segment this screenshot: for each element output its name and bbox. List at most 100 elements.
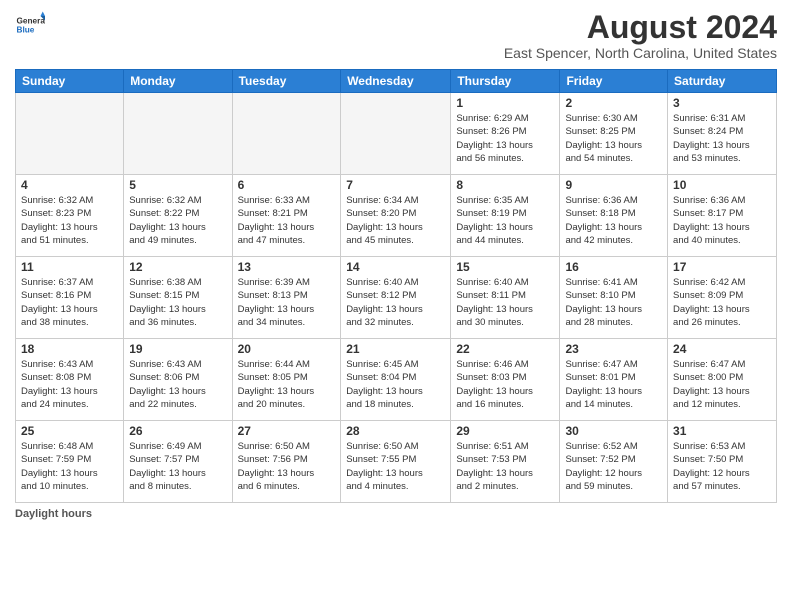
- day-info: Sunrise: 6:53 AM Sunset: 7:50 PM Dayligh…: [673, 440, 771, 493]
- calendar-day-cell: 17Sunrise: 6:42 AM Sunset: 8:09 PM Dayli…: [668, 257, 777, 339]
- calendar-week-row: 18 Sunrise: 6:43 AM Sunset: 8:08 PM Dayli…: [16, 339, 777, 421]
- calendar-week-row: 11Sunrise: 6:37 AM Sunset: 8:16 PM Dayli…: [16, 257, 777, 339]
- day-info: Sunrise: 6:33 AM Sunset: 8:21 PM Dayligh…: [238, 194, 336, 247]
- calendar-day-cell: 15 Sunrise: 6:40 AM Sunset: 8:11 PM Dayli…: [451, 257, 560, 339]
- day-info: Sunrise: 6:43 AM Sunset: 8:08 PM Dayligh…: [21, 358, 118, 411]
- day-number: 26: [129, 424, 226, 438]
- calendar-day-cell: 25Sunrise: 6:48 AM Sunset: 7:59 PM Dayli…: [16, 421, 124, 503]
- calendar-day-cell: [16, 93, 124, 175]
- day-info: Sunrise: 6:44 AM Sunset: 8:05 PM Dayligh…: [238, 358, 336, 411]
- day-info: Sunrise: 6:50 AM Sunset: 7:55 PM Dayligh…: [346, 440, 445, 493]
- calendar-day-cell: 3 Sunrise: 6:31 AM Sunset: 8:24 PM Daylig…: [668, 93, 777, 175]
- day-number: 2: [565, 96, 662, 110]
- calendar-day-cell: [232, 93, 341, 175]
- weekday-header-wednesday: Wednesday: [341, 70, 451, 93]
- day-info: Sunrise: 6:50 AM Sunset: 7:56 PM Dayligh…: [238, 440, 336, 493]
- day-info: Sunrise: 6:40 AM Sunset: 8:12 PM Dayligh…: [346, 276, 445, 329]
- calendar-day-cell: [124, 93, 232, 175]
- calendar-day-cell: 16 Sunrise: 6:41 AM Sunset: 8:10 PM Dayli…: [560, 257, 668, 339]
- day-info: Sunrise: 6:47 AM Sunset: 8:01 PM Dayligh…: [565, 358, 662, 411]
- day-info: Sunrise: 6:51 AM Sunset: 7:53 PM Dayligh…: [456, 440, 554, 493]
- calendar-day-cell: 8Sunrise: 6:35 AM Sunset: 8:19 PM Daylig…: [451, 175, 560, 257]
- day-number: 17: [673, 260, 771, 274]
- day-info: Sunrise: 6:49 AM Sunset: 7:57 PM Dayligh…: [129, 440, 226, 493]
- day-number: 1: [456, 96, 554, 110]
- calendar-day-cell: 23Sunrise: 6:47 AM Sunset: 8:01 PM Dayli…: [560, 339, 668, 421]
- day-info: Sunrise: 6:36 AM Sunset: 8:18 PM Dayligh…: [565, 194, 662, 247]
- calendar-day-cell: 7 Sunrise: 6:34 AM Sunset: 8:20 PM Daylig…: [341, 175, 451, 257]
- month-title: August 2024: [504, 10, 777, 45]
- day-info: Sunrise: 6:35 AM Sunset: 8:19 PM Dayligh…: [456, 194, 554, 247]
- day-info: Sunrise: 6:32 AM Sunset: 8:23 PM Dayligh…: [21, 194, 118, 247]
- calendar-day-cell: 24Sunrise: 6:47 AM Sunset: 8:00 PM Dayli…: [668, 339, 777, 421]
- day-number: 3: [673, 96, 771, 110]
- day-number: 12: [129, 260, 226, 274]
- day-number: 4: [21, 178, 118, 192]
- day-number: 22: [456, 342, 554, 356]
- day-info: Sunrise: 6:36 AM Sunset: 8:17 PM Dayligh…: [673, 194, 771, 247]
- calendar-week-row: 1Sunrise: 6:29 AM Sunset: 8:26 PM Daylig…: [16, 93, 777, 175]
- day-number: 18: [21, 342, 118, 356]
- calendar-day-cell: 19Sunrise: 6:43 AM Sunset: 8:06 PM Dayli…: [124, 339, 232, 421]
- day-number: 21: [346, 342, 445, 356]
- day-info: Sunrise: 6:43 AM Sunset: 8:06 PM Dayligh…: [129, 358, 226, 411]
- calendar-day-cell: 2 Sunrise: 6:30 AM Sunset: 8:25 PM Daylig…: [560, 93, 668, 175]
- logo: General Blue: [15, 10, 45, 40]
- day-info: Sunrise: 6:39 AM Sunset: 8:13 PM Dayligh…: [238, 276, 336, 329]
- footer: Daylight hours: [15, 508, 777, 520]
- day-info: Sunrise: 6:34 AM Sunset: 8:20 PM Dayligh…: [346, 194, 445, 247]
- day-info: Sunrise: 6:38 AM Sunset: 8:15 PM Dayligh…: [129, 276, 226, 329]
- day-number: 29: [456, 424, 554, 438]
- day-number: 6: [238, 178, 336, 192]
- footer-label: Daylight hours: [15, 508, 92, 520]
- day-info: Sunrise: 6:45 AM Sunset: 8:04 PM Dayligh…: [346, 358, 445, 411]
- location-subtitle: East Spencer, North Carolina, United Sta…: [504, 45, 777, 61]
- calendar-day-cell: 5 Sunrise: 6:32 AM Sunset: 8:22 PM Daylig…: [124, 175, 232, 257]
- day-info: Sunrise: 6:32 AM Sunset: 8:22 PM Dayligh…: [129, 194, 226, 247]
- calendar-day-cell: 30 Sunrise: 6:52 AM Sunset: 7:52 PM Dayli…: [560, 421, 668, 503]
- calendar-day-cell: 29 Sunrise: 6:51 AM Sunset: 7:53 PM Dayli…: [451, 421, 560, 503]
- calendar-day-cell: 28 Sunrise: 6:50 AM Sunset: 7:55 PM Dayli…: [341, 421, 451, 503]
- calendar-day-cell: 22 Sunrise: 6:46 AM Sunset: 8:03 PM Dayli…: [451, 339, 560, 421]
- calendar-day-cell: 9 Sunrise: 6:36 AM Sunset: 8:18 PM Daylig…: [560, 175, 668, 257]
- calendar-day-cell: 13 Sunrise: 6:39 AM Sunset: 8:13 PM Dayli…: [232, 257, 341, 339]
- title-block: August 2024 East Spencer, North Carolina…: [504, 10, 777, 61]
- logo-icon: General Blue: [15, 10, 45, 40]
- day-number: 27: [238, 424, 336, 438]
- calendar-day-cell: [341, 93, 451, 175]
- day-info: Sunrise: 6:30 AM Sunset: 8:25 PM Dayligh…: [565, 112, 662, 165]
- day-number: 31: [673, 424, 771, 438]
- calendar-day-cell: 20Sunrise: 6:44 AM Sunset: 8:05 PM Dayli…: [232, 339, 341, 421]
- day-number: 5: [129, 178, 226, 192]
- calendar-day-cell: 27 Sunrise: 6:50 AM Sunset: 7:56 PM Dayli…: [232, 421, 341, 503]
- day-number: 15: [456, 260, 554, 274]
- day-number: 9: [565, 178, 662, 192]
- calendar-week-row: 25Sunrise: 6:48 AM Sunset: 7:59 PM Dayli…: [16, 421, 777, 503]
- day-info: Sunrise: 6:41 AM Sunset: 8:10 PM Dayligh…: [565, 276, 662, 329]
- calendar-day-cell: 1Sunrise: 6:29 AM Sunset: 8:26 PM Daylig…: [451, 93, 560, 175]
- day-number: 30: [565, 424, 662, 438]
- day-info: Sunrise: 6:52 AM Sunset: 7:52 PM Dayligh…: [565, 440, 662, 493]
- calendar-day-cell: 12 Sunrise: 6:38 AM Sunset: 8:15 PM Dayli…: [124, 257, 232, 339]
- day-number: 28: [346, 424, 445, 438]
- day-number: 10: [673, 178, 771, 192]
- calendar-day-cell: 26 Sunrise: 6:49 AM Sunset: 7:57 PM Dayli…: [124, 421, 232, 503]
- calendar-day-cell: 21 Sunrise: 6:45 AM Sunset: 8:04 PM Dayli…: [341, 339, 451, 421]
- weekday-header-thursday: Thursday: [451, 70, 560, 93]
- day-info: Sunrise: 6:40 AM Sunset: 8:11 PM Dayligh…: [456, 276, 554, 329]
- day-info: Sunrise: 6:46 AM Sunset: 8:03 PM Dayligh…: [456, 358, 554, 411]
- weekday-header-sunday: Sunday: [16, 70, 124, 93]
- day-number: 7: [346, 178, 445, 192]
- day-info: Sunrise: 6:31 AM Sunset: 8:24 PM Dayligh…: [673, 112, 771, 165]
- day-number: 11: [21, 260, 118, 274]
- day-number: 16: [565, 260, 662, 274]
- day-number: 14: [346, 260, 445, 274]
- calendar-header-row: SundayMondayTuesdayWednesdayThursdayFrid…: [16, 70, 777, 93]
- day-number: 13: [238, 260, 336, 274]
- calendar-day-cell: 31 Sunrise: 6:53 AM Sunset: 7:50 PM Dayli…: [668, 421, 777, 503]
- svg-text:General: General: [17, 17, 46, 26]
- weekday-header-saturday: Saturday: [668, 70, 777, 93]
- svg-text:Blue: Blue: [17, 26, 35, 35]
- weekday-header-monday: Monday: [124, 70, 232, 93]
- weekday-header-friday: Friday: [560, 70, 668, 93]
